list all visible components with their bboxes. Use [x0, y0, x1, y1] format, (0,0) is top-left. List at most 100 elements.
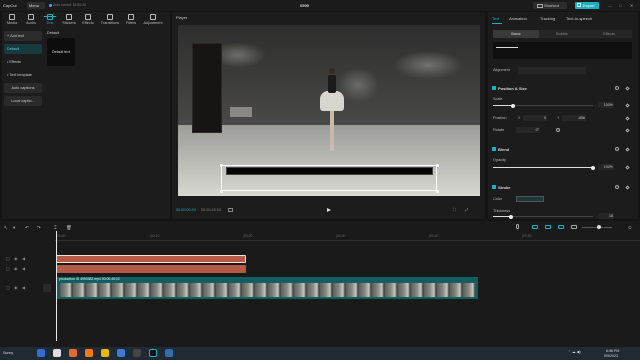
stroke-color-picker[interactable] [516, 196, 544, 202]
track-lock-icon[interactable]: ▢ [6, 266, 10, 271]
app-icon[interactable] [69, 349, 77, 357]
position-size-checkbox[interactable] [492, 86, 496, 90]
track-lock-icon[interactable]: ▢ [6, 256, 10, 261]
track-visible-icon[interactable]: ◉ [14, 266, 17, 271]
ratio-icon[interactable] [228, 208, 233, 212]
play-icon[interactable] [327, 208, 331, 212]
microphone-icon[interactable] [516, 224, 519, 229]
pos-y-input[interactable]: -856 [562, 115, 586, 121]
resize-handle[interactable] [219, 189, 223, 193]
tab-label: Audio [26, 21, 36, 25]
magnet-icon[interactable] [545, 225, 551, 229]
seg-basic[interactable]: Basic [493, 30, 539, 38]
tab-tracking[interactable]: Tracking [540, 16, 555, 21]
clock-date[interactable]: 5/9/2023 [604, 354, 618, 358]
firefox-icon[interactable] [85, 349, 93, 357]
zoom-slider-knob[interactable] [597, 225, 601, 229]
select-tool-icon[interactable]: ↖ [4, 225, 8, 231]
terminal-icon[interactable] [133, 349, 141, 357]
add-text-item[interactable]: + Add text [4, 31, 42, 41]
app-icon[interactable] [165, 349, 173, 357]
reset-icon[interactable] [615, 86, 619, 90]
close-icon[interactable]: ✕ [630, 3, 633, 8]
track-audio-icon[interactable]: ◀ [22, 256, 25, 261]
seg-bubble[interactable]: Bubble [539, 30, 585, 38]
track-visible-icon[interactable]: ◉ [14, 256, 17, 261]
ruler-label: |00:50 [522, 234, 532, 238]
track-audio-icon[interactable]: ◀ [22, 285, 25, 290]
blend-checkbox[interactable] [492, 147, 496, 151]
local-captions-button[interactable]: Local captio... [4, 96, 42, 106]
text-content-input[interactable] [493, 42, 632, 59]
resize-handle[interactable] [435, 163, 439, 167]
rotate-label: Rotate [493, 128, 505, 132]
reset-icon[interactable] [615, 147, 619, 151]
fullscreen-icon[interactable]: ⤢ [465, 207, 468, 212]
fit-timeline-icon[interactable]: ⊙ [628, 225, 632, 231]
resize-handle[interactable] [435, 189, 439, 193]
rotate-icon[interactable] [556, 128, 560, 132]
clock-time[interactable]: 6:56 PM [606, 349, 619, 353]
stroke-heading: Stroke [498, 184, 511, 190]
windows-taskbar [0, 347, 640, 360]
tab-filters[interactable]: Filters [121, 13, 141, 28]
snap-icon[interactable] [558, 225, 564, 229]
tab-stickers[interactable]: Stickers [59, 13, 79, 28]
track-lock-icon[interactable]: ▢ [6, 285, 10, 290]
scale-value[interactable]: 100% [598, 102, 614, 108]
weather-widget[interactable]: Sunny [3, 351, 13, 355]
redo-icon[interactable]: ↷ [37, 225, 41, 231]
file-explorer-icon[interactable] [101, 349, 109, 357]
start-icon[interactable] [37, 349, 45, 357]
cover-button[interactable] [43, 284, 51, 292]
thickness-slider-knob[interactable] [509, 214, 513, 219]
dropdown-icon[interactable]: ▾ [13, 225, 15, 231]
pos-x-input[interactable]: 0 [523, 115, 547, 121]
rotate-input[interactable]: 0° [516, 127, 540, 133]
menu-button[interactable]: Menu [27, 2, 45, 9]
preview-axis-icon[interactable] [571, 225, 577, 229]
undo-icon[interactable]: ↶ [25, 225, 29, 231]
tray-icons[interactable]: ⌃ ☁ ◀) [568, 350, 581, 354]
link-icon[interactable] [532, 225, 538, 229]
delete-icon[interactable]: 🗑 [66, 225, 72, 231]
track-visible-icon[interactable]: ◉ [14, 285, 17, 290]
active-tab-indicator [44, 16, 56, 17]
tab-adjustment[interactable]: Adjustment [141, 13, 165, 28]
text-clip[interactable] [56, 265, 246, 273]
opacity-slider-knob[interactable] [591, 165, 595, 170]
capcut-taskbar-icon[interactable] [149, 349, 157, 357]
tab-transitions[interactable]: Transitions [99, 13, 121, 28]
track-audio-icon[interactable]: ◀ [22, 266, 25, 271]
reset-icon[interactable] [615, 185, 619, 189]
chrome-icon[interactable] [53, 349, 61, 357]
effects-item[interactable]: • Effects [4, 57, 42, 67]
ruler-label: |00:40 [429, 234, 439, 238]
tab-text-to-speech[interactable]: Text-to-speech [566, 16, 592, 21]
fit-icon[interactable]: ⛶ [453, 207, 456, 212]
text-clip-selected[interactable] [56, 255, 246, 263]
split-icon[interactable]: ⌶ [54, 225, 57, 230]
resize-handle[interactable] [219, 163, 223, 167]
tab-text-props[interactable]: Text [492, 16, 499, 21]
opacity-value[interactable]: 100% [598, 164, 614, 170]
store-icon[interactable] [117, 349, 125, 357]
tab-media[interactable]: Media [2, 13, 22, 28]
tab-effects[interactable]: Effects [78, 13, 98, 28]
playhead[interactable] [56, 231, 57, 341]
minimize-icon[interactable]: — [608, 3, 612, 8]
stroke-checkbox[interactable] [492, 185, 496, 189]
maximize-icon[interactable]: □ [619, 3, 621, 8]
tab-audio[interactable]: Audio [21, 13, 41, 28]
scale-slider-knob[interactable] [511, 103, 515, 108]
seg-effects[interactable]: Effects [586, 30, 632, 38]
tab-animation[interactable]: Animation [509, 16, 527, 21]
text-overlay[interactable] [226, 167, 433, 175]
default-text-card[interactable]: Default text [47, 38, 75, 66]
auto-captions-button[interactable]: Auto captions [4, 83, 42, 93]
text-template-item[interactable]: • Text template [4, 70, 42, 80]
pos-y-label: Y [557, 116, 560, 120]
default-item[interactable]: Default [4, 44, 42, 54]
thickness-value[interactable]: 18 [598, 213, 614, 219]
alignment-buttons[interactable] [518, 67, 586, 74]
